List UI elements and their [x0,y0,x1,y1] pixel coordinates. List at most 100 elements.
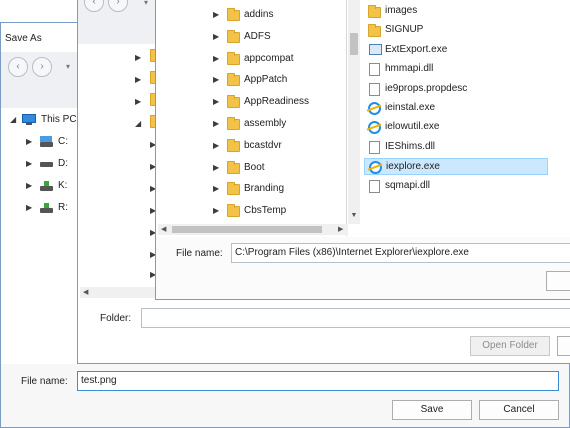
tree-folder-label: addins [244,9,274,20]
tree-folder-label: CbsTemp [244,205,287,217]
expand-chevron-icon[interactable]: ◢ [10,115,16,125]
file-list-item[interactable]: ExtExport.exe [364,42,548,59]
expand-chevron-icon[interactable]: ▶ [213,75,219,85]
folder-input[interactable] [141,308,570,328]
tree-folder-label: assembly [244,118,287,129]
file-list-item[interactable]: IEShims.dll [364,139,548,156]
drive-icon [40,142,53,147]
file-name: images [385,5,418,16]
file-name-input[interactable]: test.png [77,371,559,391]
file-list-item[interactable]: hmmapi.dll [364,61,548,78]
file-name: sqmapi.dll [385,179,431,191]
folder-icon [227,73,240,87]
expand-chevron-icon[interactable]: ▶ [135,97,141,107]
tree-folder-item[interactable]: ▶ bcastdvr [156,138,344,154]
scroll-left-arrow-icon[interactable]: ◀ [83,289,88,297]
inner-file-name-input[interactable]: C:\Program Files (x86)\Internet Explorer… [231,243,570,263]
middle-cancel-button[interactable] [557,336,570,356]
tree-folder-item[interactable]: ▶ addins [156,7,344,23]
file-name: SIGNUP [385,24,424,36]
file-name: ExtExport.exe [385,43,448,55]
expand-chevron-icon[interactable]: ▶ [26,203,32,213]
file-list-item[interactable]: SIGNUP [364,22,548,39]
expand-chevron-icon[interactable]: ▶ [213,97,219,107]
collapse-chevron-icon[interactable]: ◢ [135,119,141,129]
tree-folder-item[interactable]: ▶ AppReadiness [156,94,344,110]
inner-file-list: images SIGNUP ExtExport.exe hmmapi.dll ie9pr… [362,0,562,200]
scroll-down-arrow-icon[interactable]: ▼ [350,212,358,220]
ie-icon [368,121,381,135]
tree-item-this-pc[interactable]: This PC [41,114,77,125]
tree-pane-divider [346,0,347,236]
expand-chevron-icon[interactable]: ▶ [213,163,219,173]
folder-icon [227,51,240,65]
folder-icon [368,24,381,38]
middle-horizontal-scrollbar[interactable] [80,287,156,298]
back-button[interactable]: ‹ [8,57,28,77]
folder-icon [227,117,240,130]
expand-chevron-icon[interactable]: ▶ [213,119,219,129]
file-list-item[interactable]: ielowutil.exe [364,119,548,136]
tree-item-k[interactable]: K: [58,180,67,191]
file-list-item[interactable]: ieinstal.exe [364,100,548,117]
dll-icon [369,63,380,77]
network-drive-icon [40,203,53,213]
computer-icon [22,114,36,123]
open-folder-button[interactable]: Open Folder [470,336,550,356]
tree-folder-item[interactable]: ▶ appcompat [156,51,344,67]
scrollbar-thumb[interactable] [350,33,358,55]
exe-icon [369,43,382,55]
ie-icon [369,161,382,175]
file-name: IEShims.dll [385,140,436,152]
folder-icon [368,5,381,18]
folder-label: Folder: [100,313,132,324]
save-button[interactable]: Save [392,400,472,420]
tree-folder-label: Branding [244,183,285,195]
tree-folder-label: bcastdvr [244,139,282,151]
expand-chevron-icon[interactable]: ▶ [26,137,32,147]
tree-folder-item[interactable]: ▶ Branding [156,181,344,197]
expand-chevron-icon[interactable]: ▶ [213,184,219,194]
tree-folder-item[interactable]: ▶ ADFS [156,29,344,45]
ie-icon [368,102,381,115]
dll-icon [369,140,380,154]
expand-chevron-icon[interactable]: ▶ [213,206,219,216]
expand-chevron-icon[interactable]: ▶ [135,53,141,63]
cancel-button[interactable]: Cancel [479,400,559,420]
tree-item-c[interactable]: C: [58,136,68,147]
expand-chevron-icon[interactable]: ▶ [213,141,219,151]
forward-button[interactable]: › [32,57,52,77]
expand-chevron-icon[interactable]: ▶ [26,159,32,169]
tree-folder-item[interactable]: ▶ CbsTemp [156,203,344,219]
file-list-item[interactable]: ie9props.propdesc [364,81,548,98]
file-list-item[interactable]: sqmapi.dll [364,178,548,195]
inner-folder-tree: ▶ addins ▶ ADFS ▶ appcompat ▶ AppPatch ▶ AppReadi… [156,0,346,222]
inner-open-button[interactable] [546,271,570,291]
file-name: iexplore.exe [386,161,440,173]
expand-chevron-icon[interactable]: ▶ [213,54,219,64]
tree-folder-item[interactable]: ▶ Boot [156,160,344,176]
file-name-label: File name: [21,376,68,387]
folder-icon [227,8,240,21]
scroll-right-arrow-icon[interactable]: ▶ [338,226,343,234]
scroll-left-arrow-icon[interactable]: ◀ [161,226,166,234]
recent-locations-dropdown[interactable]: ▾ [144,0,148,8]
scrollbar-thumb[interactable] [172,226,322,233]
file-name: ieinstal.exe [385,102,436,113]
tree-folder-item[interactable]: ▶ AppPatch [156,72,344,88]
save-as-title: Save As [5,33,42,44]
recent-locations-dropdown[interactable]: ▾ [66,62,70,72]
file-name: ie9props.propdesc [385,82,468,94]
expand-chevron-icon[interactable]: ▶ [26,181,32,191]
file-list-item[interactable]: images [364,3,548,20]
expand-chevron-icon[interactable]: ▶ [213,32,219,42]
expand-chevron-icon[interactable]: ▶ [135,75,141,85]
folder-icon [227,95,240,109]
tree-item-r[interactable]: R: [58,202,68,213]
file-list-item[interactable]: iexplore.exe [364,158,548,176]
expand-chevron-icon[interactable]: ▶ [213,10,219,20]
tree-item-d[interactable]: D: [58,158,68,169]
tree-folder-label: appcompat [244,52,294,64]
folder-icon [227,182,240,196]
tree-folder-item[interactable]: ▶ assembly [156,116,344,132]
